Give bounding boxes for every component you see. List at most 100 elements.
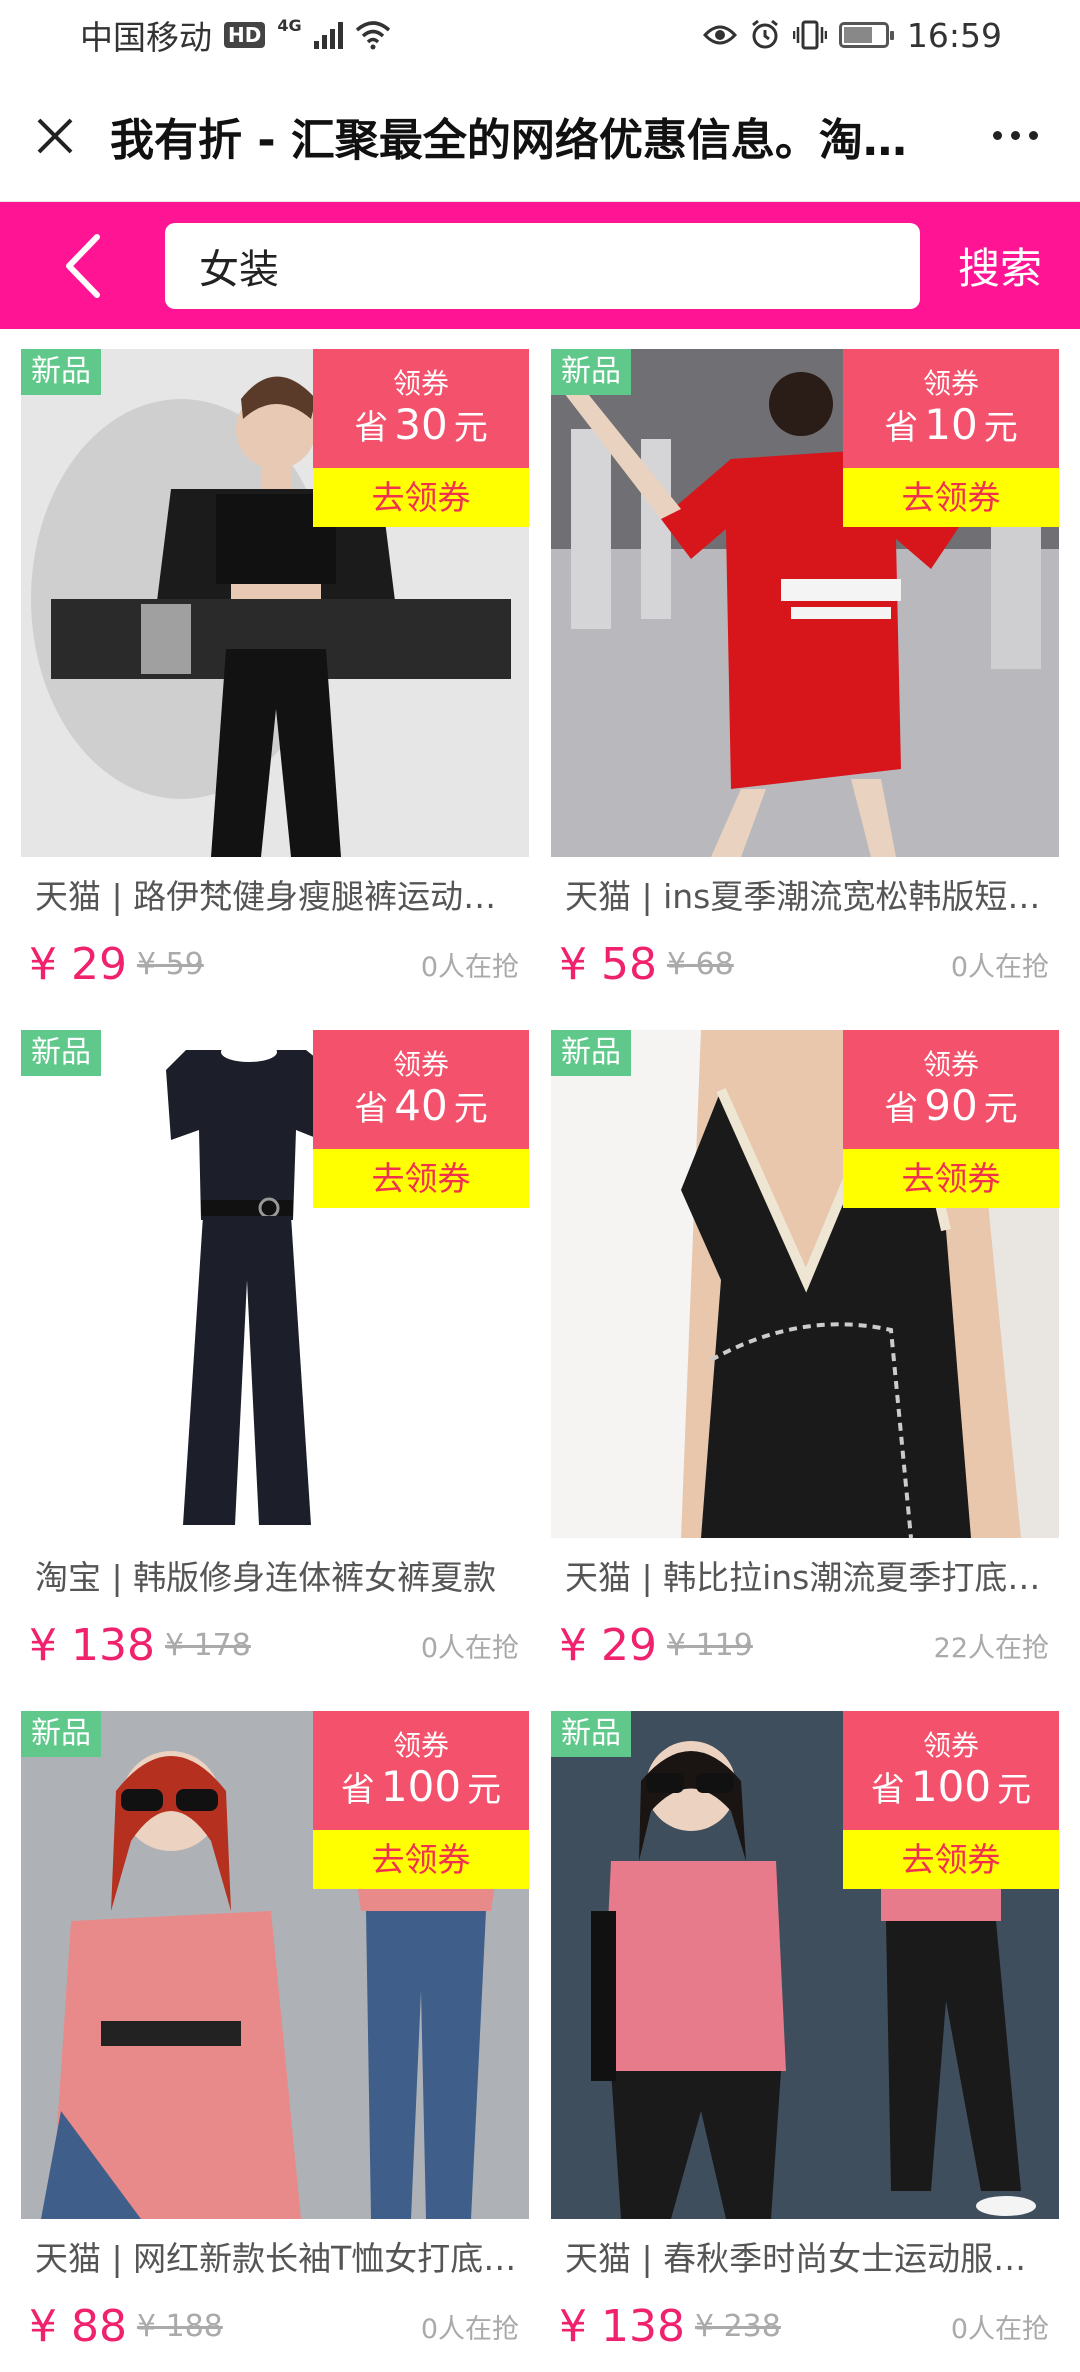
back-button[interactable] xyxy=(0,202,165,329)
coupon-label: 领券 xyxy=(392,1048,449,1081)
coupon-suffix: 元 xyxy=(983,408,1018,448)
close-icon xyxy=(37,118,73,153)
coupon-amount: 省 30 元 xyxy=(354,402,487,451)
coupon-suffix: 元 xyxy=(983,1089,1018,1129)
get-coupon-button[interactable]: 去领券 xyxy=(313,1830,529,1889)
grab-count: 22人在抢 xyxy=(933,1632,1049,1664)
signal-icon xyxy=(313,21,343,49)
price: ¥ 29 xyxy=(29,938,127,990)
price: ¥ 138 xyxy=(29,1619,155,1671)
coupon-info: 领券 省 100 元 xyxy=(313,1711,529,1830)
product-title[interactable]: 天猫 | 网红新款长袖T恤女打底衫春秋 xyxy=(35,2229,525,2289)
search-header: 搜索 xyxy=(0,202,1080,329)
coupon-info: 领券 省 10 元 xyxy=(843,349,1059,468)
coupon-prefix: 省 xyxy=(884,408,919,448)
coupon-label: 领券 xyxy=(922,367,979,400)
coupon-value: 30 xyxy=(394,400,448,449)
coupon-box[interactable]: 领券 省 90 元 去领券 xyxy=(843,1030,1059,1208)
clock-time: 16:59 xyxy=(906,15,1002,55)
price-row: ¥ 138 ¥ 178 0人在抢 xyxy=(29,1610,529,1680)
alarm-icon xyxy=(749,19,781,51)
vibrate-icon xyxy=(792,19,827,51)
coupon-info: 领券 省 90 元 xyxy=(843,1030,1059,1149)
browser-title-bar: 我有折 - 汇聚最全的网络优惠信息。淘宝天猫优惠券 xyxy=(0,70,1080,202)
product-card[interactable]: 新品 领券 省 40 元 去领券 淘宝 | 韩版修身连体裤女裤夏款 ¥ 138 … xyxy=(21,1010,551,1691)
coupon-amount: 省 90 元 xyxy=(884,1083,1017,1132)
get-coupon-button[interactable]: 去领券 xyxy=(843,468,1059,527)
coupon-value: 90 xyxy=(924,1081,978,1130)
product-card[interactable]: 新品 领券 省 100 元 去领券 天猫 | 春秋季时尚女士运动服套装女 ¥ 1… xyxy=(551,1691,1080,2372)
product-title[interactable]: 天猫 | 韩比拉ins潮流夏季打底背心女 xyxy=(565,1548,1055,1608)
status-left: 中国移动 HD 4G xyxy=(80,11,391,59)
status-right: 16:59 xyxy=(702,15,1002,55)
grab-count: 0人在抢 xyxy=(420,1632,519,1664)
coupon-label: 领券 xyxy=(392,367,449,400)
price-row: ¥ 138 ¥ 238 0人在抢 xyxy=(559,2291,1059,2361)
coupon-prefix: 省 xyxy=(354,408,389,448)
get-coupon-button[interactable]: 去领券 xyxy=(313,468,529,527)
product-title[interactable]: 天猫 | 春秋季时尚女士运动服套装女 xyxy=(565,2229,1055,2289)
original-price: ¥ 238 xyxy=(694,2308,781,2344)
coupon-box[interactable]: 领券 省 40 元 去领券 xyxy=(313,1030,529,1208)
get-coupon-button[interactable]: 去领券 xyxy=(313,1149,529,1208)
price: ¥ 138 xyxy=(559,2300,685,2352)
original-price: ¥ 68 xyxy=(666,946,734,982)
coupon-amount: 省 10 元 xyxy=(884,402,1017,451)
get-coupon-button[interactable]: 去领券 xyxy=(843,1149,1059,1208)
wifi-icon xyxy=(355,20,391,50)
coupon-info: 领券 省 40 元 xyxy=(313,1030,529,1149)
product-card[interactable]: 新品 领券 省 100 元 去领券 天猫 | 网红新款长袖T恤女打底衫春秋 ¥ … xyxy=(21,1691,551,2372)
price-row: ¥ 58 ¥ 68 0人在抢 xyxy=(559,929,1059,999)
price: ¥ 58 xyxy=(559,938,657,990)
network-type: 4G xyxy=(277,15,302,35)
page-title: 我有折 - 汇聚最全的网络优惠信息。淘宝天猫优惠券 xyxy=(110,114,950,166)
coupon-value: 100 xyxy=(910,1762,992,1811)
search-button[interactable]: 搜索 xyxy=(920,235,1080,296)
coupon-suffix: 元 xyxy=(467,1770,502,1810)
coupon-label: 领券 xyxy=(922,1729,979,1762)
price-row: ¥ 29 ¥ 119 22人在抢 xyxy=(559,1610,1059,1680)
original-price: ¥ 188 xyxy=(136,2308,223,2344)
coupon-box[interactable]: 领券 省 100 元 去领券 xyxy=(843,1711,1059,1889)
coupon-value: 10 xyxy=(924,400,978,449)
search-input[interactable] xyxy=(165,222,920,309)
new-badge: 新品 xyxy=(551,349,631,395)
hd-badge: HD xyxy=(224,22,266,48)
coupon-suffix: 元 xyxy=(453,1089,488,1129)
more-dot xyxy=(1010,131,1020,140)
product-title[interactable]: 天猫 | ins夏季潮流宽松韩版短袖连衣裙 xyxy=(565,867,1055,927)
coupon-value: 100 xyxy=(380,1762,462,1811)
coupon-info: 领券 省 100 元 xyxy=(843,1711,1059,1830)
coupon-amount: 省 40 元 xyxy=(354,1083,487,1132)
coupon-suffix: 元 xyxy=(997,1770,1032,1810)
grab-count: 0人在抢 xyxy=(950,951,1049,983)
coupon-value: 40 xyxy=(394,1081,448,1130)
product-card[interactable]: 新品 领券 省 10 元 去领券 天猫 | ins夏季潮流宽松韩版短袖连衣裙 ¥… xyxy=(551,329,1080,1010)
more-menu-button[interactable] xyxy=(950,70,1080,202)
original-price: ¥ 178 xyxy=(164,1627,251,1663)
product-card[interactable]: 新品 领券 省 90 元 去领券 天猫 | 韩比拉ins潮流夏季打底背心女 ¥ … xyxy=(551,1010,1080,1691)
product-title[interactable]: 天猫 | 路伊梵健身瘦腿裤运动套装女 xyxy=(35,867,525,927)
original-price: ¥ 119 xyxy=(666,1627,753,1663)
product-title[interactable]: 淘宝 | 韩版修身连体裤女裤夏款 xyxy=(35,1548,525,1608)
new-badge: 新品 xyxy=(21,1030,101,1076)
coupon-info: 领券 省 30 元 xyxy=(313,349,529,468)
more-dot xyxy=(1028,131,1038,140)
coupon-label: 领券 xyxy=(392,1729,449,1762)
coupon-label: 领券 xyxy=(922,1048,979,1081)
get-coupon-button[interactable]: 去领券 xyxy=(843,1830,1059,1889)
grab-count: 0人在抢 xyxy=(420,951,519,983)
coupon-prefix: 省 xyxy=(884,1089,919,1129)
more-dot xyxy=(992,131,1002,140)
close-button[interactable] xyxy=(0,70,110,202)
price: ¥ 29 xyxy=(559,1619,657,1671)
price-row: ¥ 88 ¥ 188 0人在抢 xyxy=(29,2291,529,2361)
eye-icon xyxy=(702,22,737,48)
carrier-name: 中国移动 xyxy=(80,18,212,57)
price: ¥ 88 xyxy=(29,2300,127,2352)
coupon-box[interactable]: 领券 省 100 元 去领券 xyxy=(313,1711,529,1889)
coupon-box[interactable]: 领券 省 10 元 去领券 xyxy=(843,349,1059,527)
product-grid: 新品 领券 省 30 元 去领券 天猫 | 路伊梵健身瘦腿裤运动套装女 ¥ 29… xyxy=(0,329,1080,2372)
product-card[interactable]: 新品 领券 省 30 元 去领券 天猫 | 路伊梵健身瘦腿裤运动套装女 ¥ 29… xyxy=(21,329,551,1010)
coupon-box[interactable]: 领券 省 30 元 去领券 xyxy=(313,349,529,527)
